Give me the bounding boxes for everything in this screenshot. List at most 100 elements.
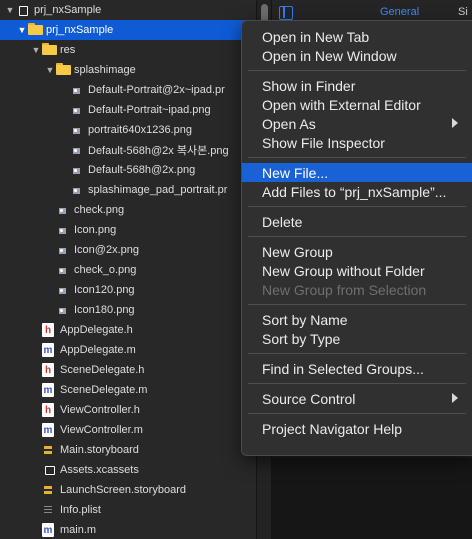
navigator-row[interactable]: ▼ prj_nxSample	[0, 0, 256, 20]
menu-item[interactable]: Delete	[242, 212, 472, 231]
navigator-row[interactable]: ▼ prj_nxSample	[0, 20, 256, 40]
navigator-row[interactable]: m main.m	[0, 520, 256, 539]
objc-file-icon-glyph: m	[42, 523, 54, 537]
menu-item-label: Open As	[262, 115, 316, 132]
navigator-row-label: splashimage_pad_portrait.pr	[88, 184, 228, 196]
navigator-row-label: SceneDelegate.h	[60, 364, 145, 376]
menu-item-label: New Group from Selection	[262, 281, 427, 298]
menu-item[interactable]: Open with External Editor	[242, 95, 472, 114]
navigator-row[interactable]: m ViewController.m	[0, 420, 256, 440]
navigator-row-label: AppDelegate.h	[60, 324, 133, 336]
navigator-row[interactable]: Main.storyboard	[0, 440, 256, 460]
navigator-row-label: check.png	[74, 204, 125, 216]
navigator-row[interactable]: splashimage_pad_portrait.pr	[0, 180, 256, 200]
navigator-row-label: portrait640x1236.png	[88, 124, 192, 136]
image-file-icon	[56, 283, 70, 297]
navigator-row[interactable]: portrait640x1236.png	[0, 120, 256, 140]
menu-item[interactable]: Open in New Window	[242, 46, 472, 65]
menu-item-label: Open with External Editor	[262, 96, 421, 113]
disclosure-triangle-icon[interactable]: ▼	[30, 40, 42, 60]
menu-item-label: Open in New Window	[262, 47, 397, 64]
menu-item-label: Add Files to “prj_nxSample”...	[262, 183, 447, 200]
menu-item-label: Find in Selected Groups...	[262, 360, 424, 377]
menu-separator	[248, 70, 466, 71]
menu-item[interactable]: Show File Inspector	[242, 133, 472, 152]
tab-general[interactable]: General	[380, 6, 419, 18]
menu-item[interactable]: Project Navigator Help	[242, 419, 472, 438]
navigator-row[interactable]: LaunchScreen.storyboard	[0, 480, 256, 500]
header-file-icon: h	[42, 323, 56, 337]
menu-item[interactable]: New Group	[242, 242, 472, 261]
navigator-row-label: main.m	[60, 524, 97, 536]
image-file-icon	[56, 203, 70, 217]
navigator-row[interactable]: Icon120.png	[0, 280, 256, 300]
menu-separator	[248, 304, 466, 305]
disclosure-triangle-icon[interactable]: ▼	[16, 20, 28, 40]
menu-separator	[248, 353, 466, 354]
objc-file-icon: m	[42, 343, 56, 357]
image-file-icon	[70, 183, 84, 197]
tab-signing[interactable]: Si	[458, 6, 468, 18]
menu-item[interactable]: Find in Selected Groups...	[242, 359, 472, 378]
navigator-row-label: Icon.png	[74, 224, 117, 236]
menu-item[interactable]: Sort by Type	[242, 329, 472, 348]
navigator-row[interactable]: Default-Portrait@2x~ipad.pr	[0, 80, 256, 100]
menu-item[interactable]: Add Files to “prj_nxSample”...	[242, 182, 472, 201]
menu-item[interactable]: Open in New Tab	[242, 27, 472, 46]
navigator-row[interactable]: Assets.xcassets	[0, 460, 256, 480]
navigator-row[interactable]: Icon.png	[0, 220, 256, 240]
menu-item-label: Sort by Type	[262, 330, 341, 347]
menu-item[interactable]: Sort by Name	[242, 310, 472, 329]
navigator-row[interactable]: Icon@2x.png	[0, 240, 256, 260]
navigator-row[interactable]: m SceneDelegate.m	[0, 380, 256, 400]
menu-item-label: Show File Inspector	[262, 134, 385, 151]
header-file-icon: h	[42, 363, 56, 377]
navigator-row[interactable]: h SceneDelegate.h	[0, 360, 256, 380]
menu-item[interactable]: Open As	[242, 114, 472, 133]
folder-icon	[42, 43, 56, 57]
plist-icon	[42, 503, 56, 517]
navigator-row-label: SceneDelegate.m	[60, 384, 148, 396]
navigator-row-label: Default-Portrait@2x~ipad.pr	[88, 84, 225, 96]
disclosure-triangle-icon[interactable]: ▼	[44, 60, 56, 80]
navigator-row[interactable]: ▼ splashimage	[0, 60, 256, 80]
menu-item[interactable]: New Group without Folder	[242, 261, 472, 280]
menu-item-label: New File...	[262, 164, 329, 181]
navigator-row[interactable]: Icon180.png	[0, 300, 256, 320]
navigator-row-label: Info.plist	[60, 504, 101, 516]
header-file-icon-glyph: h	[42, 403, 54, 417]
navigator-row[interactable]: Default-568h@2x.png	[0, 160, 256, 180]
navigator-row-label: Default-Portrait~ipad.png	[88, 104, 211, 116]
navigator-row[interactable]: Info.plist	[0, 500, 256, 520]
image-file-icon	[70, 83, 84, 97]
navigator-row[interactable]: Default-568h@2x 복사본.png	[0, 140, 256, 160]
objc-file-icon-glyph: m	[42, 423, 54, 437]
navigator-row[interactable]: check_o.png	[0, 260, 256, 280]
menu-item[interactable]: Show in Finder	[242, 76, 472, 95]
navigator-row[interactable]: h AppDelegate.h	[0, 320, 256, 340]
sidebar-toggle-icon[interactable]	[279, 6, 293, 20]
navigator-row[interactable]: Default-Portrait~ipad.png	[0, 100, 256, 120]
navigator-row-label: check_o.png	[74, 264, 137, 276]
navigator-row[interactable]: h ViewController.h	[0, 400, 256, 420]
navigator-row[interactable]: check.png	[0, 200, 256, 220]
menu-item[interactable]: Source Control	[242, 389, 472, 408]
navigator-row-label: LaunchScreen.storyboard	[60, 484, 186, 496]
navigator-row[interactable]: m AppDelegate.m	[0, 340, 256, 360]
submenu-arrow-icon	[452, 393, 458, 403]
image-file-icon	[70, 143, 84, 157]
menu-item[interactable]: New File...	[242, 163, 472, 182]
navigator-row-label: Default-568h@2x 복사본.png	[88, 145, 229, 157]
navigator-row[interactable]: ▼ res	[0, 40, 256, 60]
disclosure-triangle-icon[interactable]: ▼	[4, 0, 16, 20]
